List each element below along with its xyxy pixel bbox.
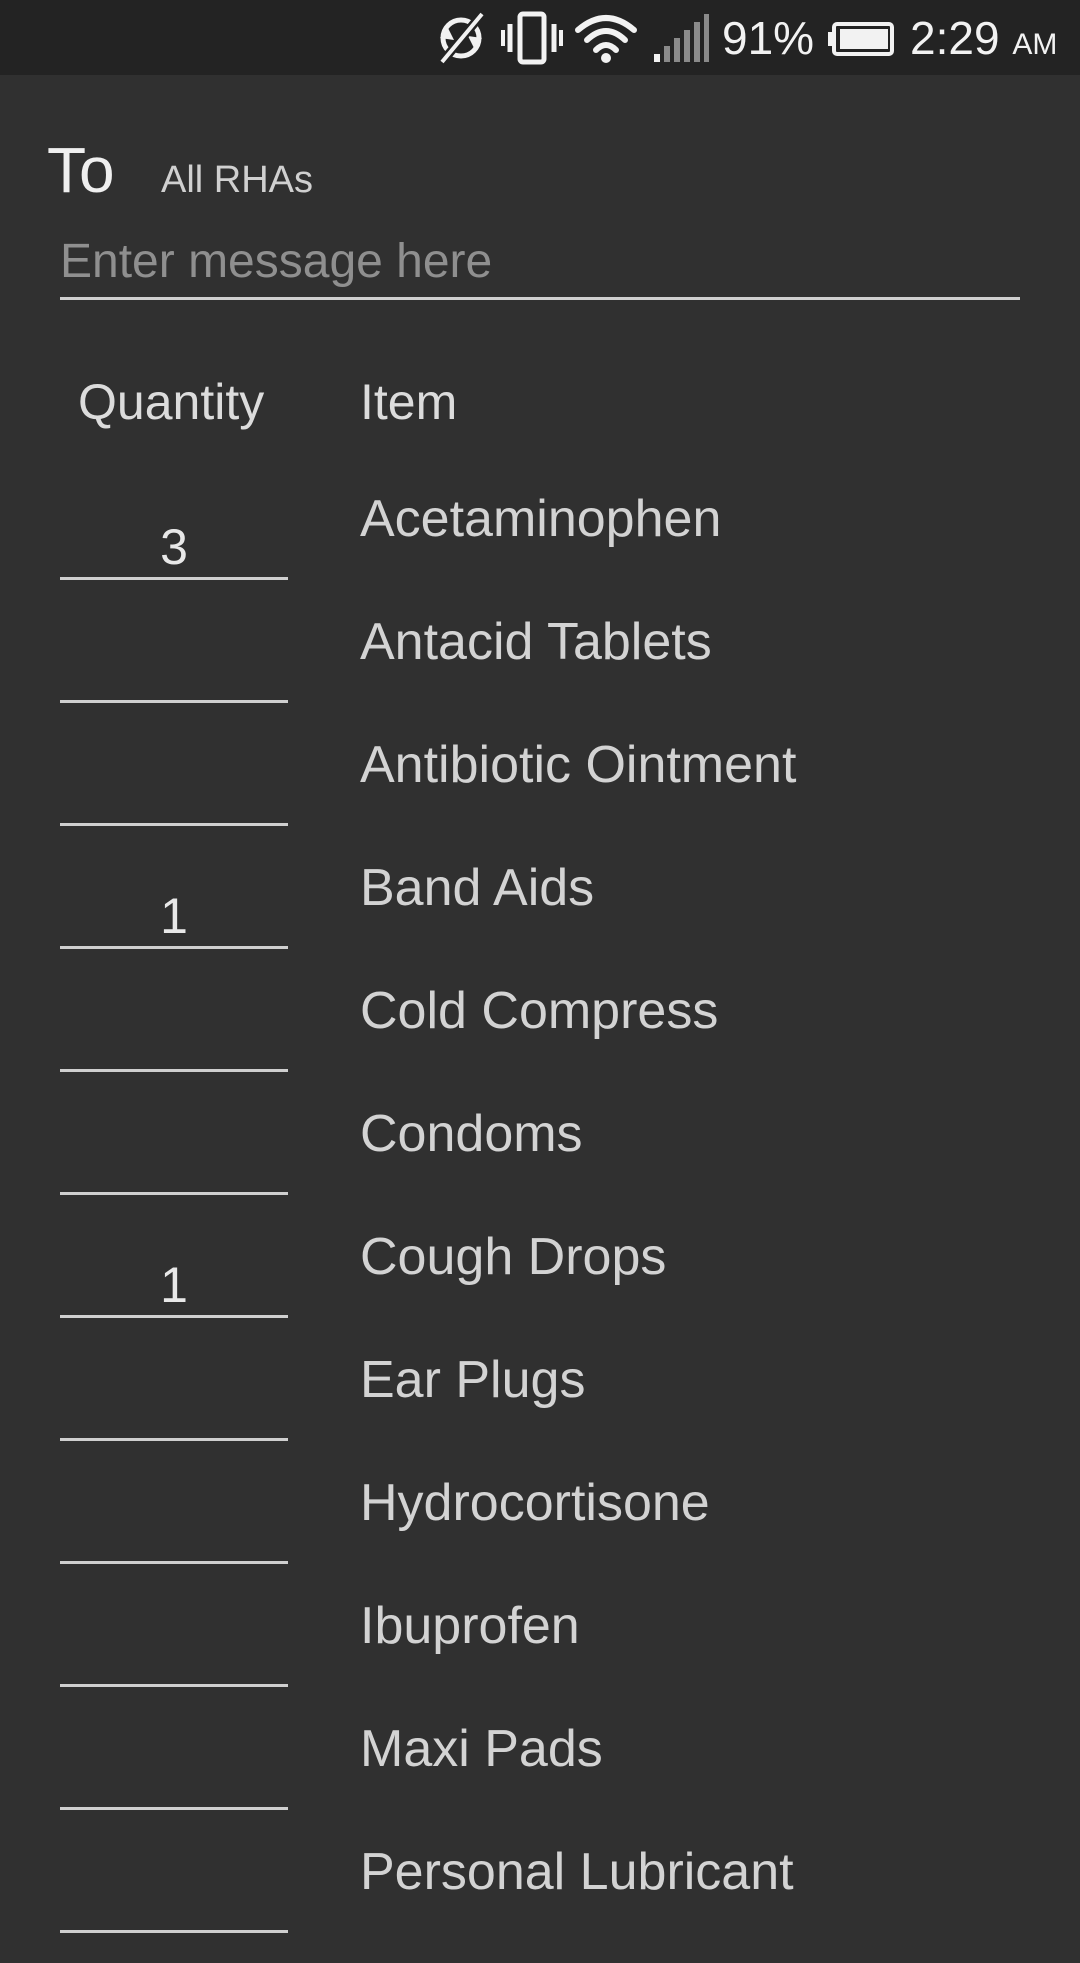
item-name: Maxi Pads — [360, 1720, 603, 1778]
message-input[interactable] — [60, 225, 1020, 300]
battery-percent: 91% — [722, 12, 815, 64]
quantity-input[interactable] — [60, 640, 288, 703]
to-label: To — [47, 134, 115, 206]
quantity-column-header: Quantity — [78, 374, 265, 430]
signal-icon — [654, 14, 709, 62]
quantity-input[interactable] — [60, 1747, 288, 1810]
quantity-input[interactable] — [60, 1624, 288, 1687]
list-item: Antacid Tablets — [0, 610, 1080, 733]
item-name: Antacid Tablets — [360, 613, 712, 671]
quantity-input[interactable] — [60, 886, 288, 949]
list-item: Band Aids — [0, 856, 1080, 979]
item-column-header: Item — [360, 374, 458, 430]
status-bar: 91% 2:29 AM — [0, 0, 1080, 75]
item-name: Ibuprofen — [360, 1597, 580, 1655]
item-name: Hydrocortisone — [360, 1474, 710, 1532]
list-item: Condoms — [0, 1102, 1080, 1225]
battery-icon — [828, 22, 894, 56]
list-item: Acetaminophen — [0, 487, 1080, 610]
quantity-input[interactable] — [60, 1870, 288, 1933]
clock-ampm: AM — [1012, 28, 1058, 61]
quantity-input[interactable] — [60, 1255, 288, 1318]
list-item: Ibuprofen — [0, 1594, 1080, 1717]
clock-time: 2:29 — [910, 12, 1000, 64]
quantity-input[interactable] — [60, 517, 288, 580]
sync-off-icon — [438, 11, 486, 65]
quantity-input[interactable] — [60, 1378, 288, 1441]
list-item: Personal Lubricant — [0, 1840, 1080, 1963]
list-item: Antibiotic Ointment — [0, 733, 1080, 856]
vibrate-icon — [501, 11, 563, 65]
list-item: Maxi Pads — [0, 1717, 1080, 1840]
quantity-input[interactable] — [60, 1132, 288, 1195]
item-name: Cold Compress — [360, 982, 719, 1040]
item-name: Personal Lubricant — [360, 1843, 794, 1901]
wifi-icon — [575, 15, 637, 63]
quantity-input[interactable] — [60, 763, 288, 826]
item-name: Acetaminophen — [360, 490, 722, 548]
item-name: Antibiotic Ointment — [360, 736, 797, 794]
list-item: Hydrocortisone — [0, 1471, 1080, 1594]
item-name: Condoms — [360, 1105, 583, 1163]
recipient-selector[interactable]: All RHAs — [161, 158, 313, 202]
item-name: Cough Drops — [360, 1228, 667, 1286]
list-item: Cold Compress — [0, 979, 1080, 1102]
clock: 2:29 AM — [910, 10, 1057, 73]
quantity-input[interactable] — [60, 1009, 288, 1072]
list-item: Cough Drops — [0, 1225, 1080, 1348]
quantity-input[interactable] — [60, 1501, 288, 1564]
item-name: Ear Plugs — [360, 1351, 586, 1409]
list-item: Ear Plugs — [0, 1348, 1080, 1471]
item-name: Band Aids — [360, 859, 595, 917]
